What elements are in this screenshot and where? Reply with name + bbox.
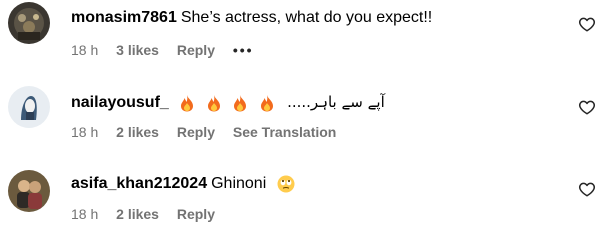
- comment-time: 18 h: [71, 124, 99, 140]
- user-avatar[interactable]: [8, 86, 50, 128]
- like-heart-icon[interactable]: [578, 98, 596, 116]
- comment-username[interactable]: asifa_khan212024: [71, 175, 207, 192]
- comment-item: nailayousuf_ آپے سے باہر..... 18 h 2 lik…: [0, 82, 602, 164]
- comment-meta: 18 h 3 likes Reply •••: [71, 41, 268, 59]
- comment-text: آپے سے باہر.....: [287, 93, 385, 111]
- comment-text: She’s actress, what do you expect!!: [180, 9, 433, 26]
- fire-emoji-icon: [181, 94, 194, 112]
- comment-time: 18 h: [71, 42, 99, 58]
- more-options-icon[interactable]: •••: [233, 42, 254, 58]
- comment-line: monasim7861 She’s actress, what do you ex…: [71, 8, 432, 28]
- profile-photo-dark-icon: [8, 2, 50, 44]
- profile-photo-couple-icon: [8, 170, 50, 212]
- comment-line: asifa_khan212024 Ghinoni: [71, 174, 295, 194]
- comment-likes[interactable]: 3 likes: [116, 42, 159, 58]
- comment-meta: 18 h 2 likes Reply: [71, 205, 229, 223]
- fire-emoji-icon: [207, 94, 220, 112]
- like-heart-icon[interactable]: [578, 180, 596, 198]
- reply-button[interactable]: Reply: [177, 206, 215, 222]
- fire-emoji-icon: [234, 94, 247, 112]
- face-with-rolling-eyes-emoji-icon: [277, 175, 295, 193]
- fire-emoji-icon: [260, 94, 273, 112]
- comment-time: 18 h: [71, 206, 99, 222]
- comment-likes[interactable]: 2 likes: [116, 206, 159, 222]
- reply-button[interactable]: Reply: [177, 42, 215, 58]
- comment-text: Ghinoni: [211, 175, 267, 192]
- comment-item: asifa_khan212024 Ghinoni 18 h 2 likes Rep…: [0, 164, 602, 246]
- profile-photo-light-icon: [8, 86, 50, 128]
- comment-username[interactable]: nailayousuf_: [71, 94, 169, 111]
- user-avatar[interactable]: [8, 2, 50, 44]
- comment-item: monasim7861 She’s actress, what do you ex…: [0, 0, 602, 82]
- reply-button[interactable]: Reply: [177, 124, 215, 140]
- see-translation-button[interactable]: See Translation: [233, 124, 336, 140]
- like-heart-icon[interactable]: [578, 15, 596, 33]
- comment-username[interactable]: monasim7861: [71, 9, 177, 26]
- comment-line: nailayousuf_ آپے سے باہر.....: [71, 92, 385, 113]
- comment-meta: 18 h 2 likes Reply See Translation: [71, 123, 350, 141]
- user-avatar[interactable]: [8, 170, 50, 212]
- comment-likes[interactable]: 2 likes: [116, 124, 159, 140]
